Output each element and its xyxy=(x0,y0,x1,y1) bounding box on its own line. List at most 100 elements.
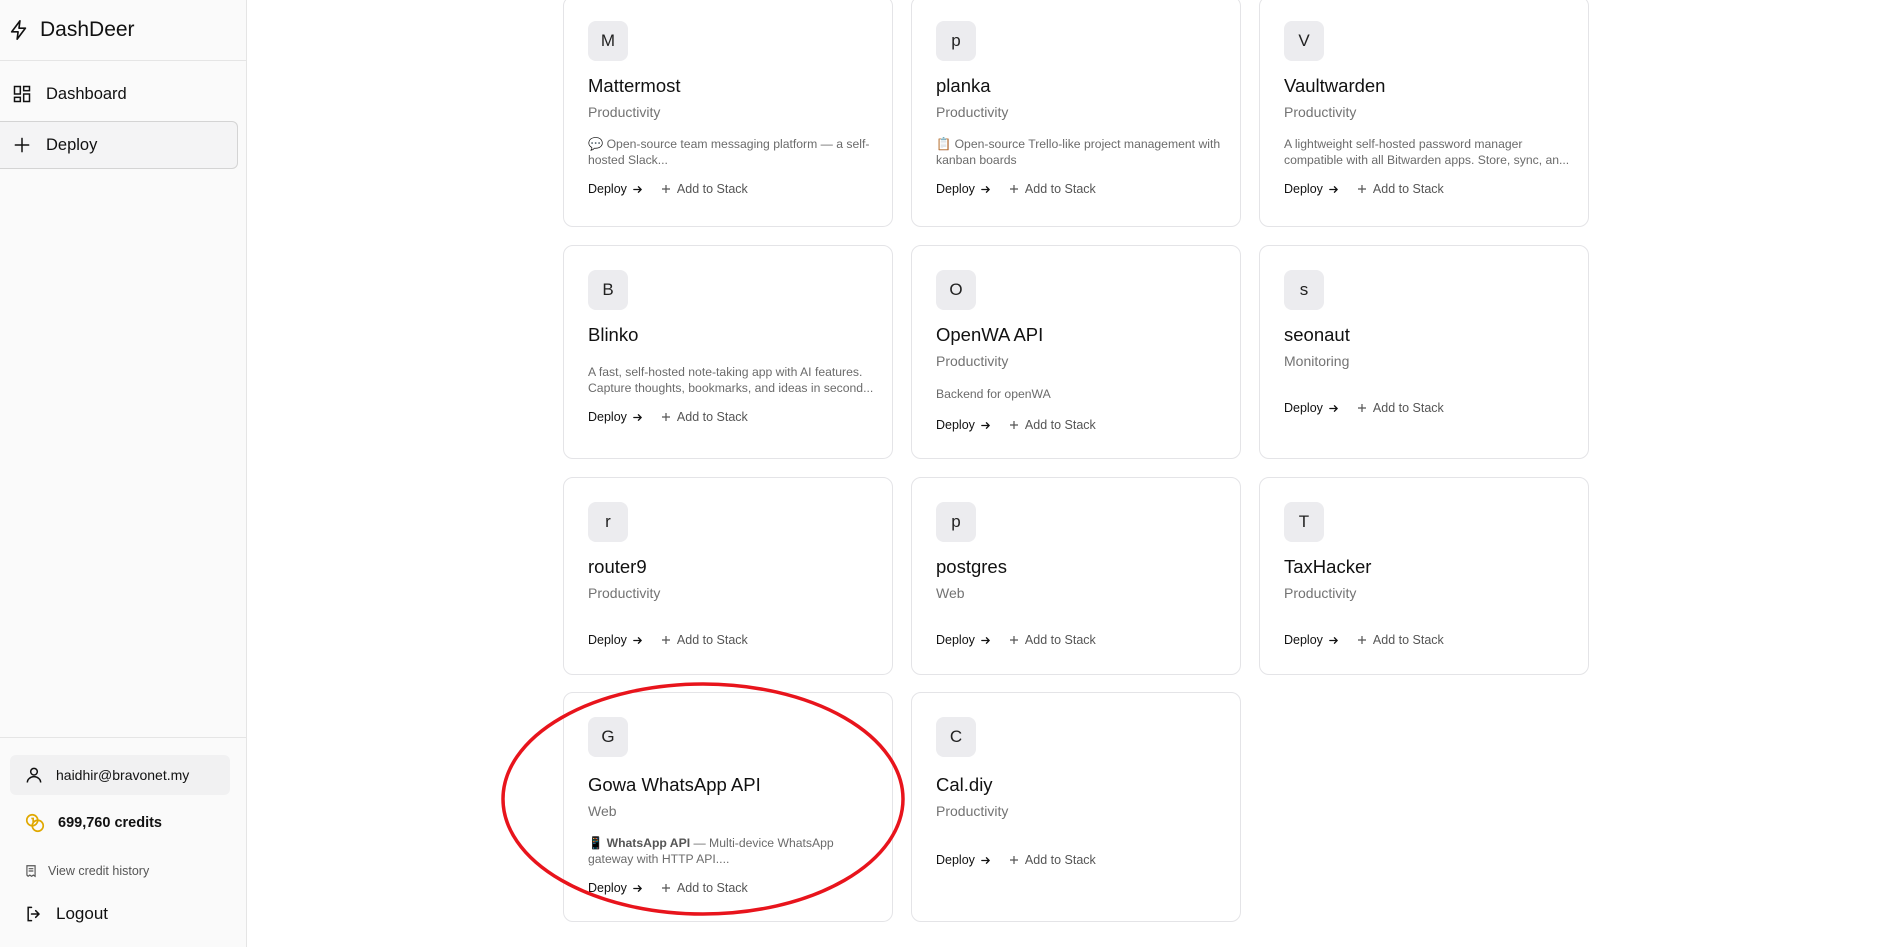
deploy-label: Deploy xyxy=(588,410,627,424)
deploy-button[interactable]: Deploy xyxy=(1284,633,1339,647)
plus-icon xyxy=(1009,636,1018,644)
deploy-label: Deploy xyxy=(1284,401,1323,415)
app-category: Productivity xyxy=(936,803,1009,819)
deploy-label: Deploy xyxy=(1284,633,1323,647)
add-to-stack-button[interactable]: Add to Stack xyxy=(661,410,748,424)
user-chip[interactable]: haidhir@bravonet.my xyxy=(10,755,230,795)
add-to-stack-label: Add to Stack xyxy=(1024,418,1096,432)
brand[interactable]: DashDeer xyxy=(8,14,135,46)
add-to-stack-label: Add to Stack xyxy=(676,633,748,647)
arrow-right-icon xyxy=(633,884,642,892)
app-card-gowa-whatsapp-api: G Gowa WhatsApp API Web 📱 WhatsApp API —… xyxy=(563,692,893,922)
arrow-right-icon xyxy=(1329,404,1338,412)
logout-button[interactable]: Logout xyxy=(24,904,108,924)
add-to-stack-label: Add to Stack xyxy=(1372,182,1444,196)
nav-item-dashboard[interactable]: Dashboard xyxy=(0,70,238,118)
arrow-right-icon xyxy=(981,421,990,429)
deploy-button[interactable]: Deploy xyxy=(1284,182,1339,196)
deploy-label: Deploy xyxy=(936,182,975,196)
add-to-stack-label: Add to Stack xyxy=(676,182,748,196)
app-category: Web xyxy=(936,585,965,601)
app-avatar: B xyxy=(588,270,628,310)
clipboard-emoji-icon: 📋 xyxy=(936,137,952,151)
view-credit-history-link[interactable]: View credit history xyxy=(24,864,149,878)
arrow-right-icon xyxy=(633,185,642,193)
credit-history-label: View credit history xyxy=(48,864,150,878)
add-to-stack-button[interactable]: Add to Stack xyxy=(1357,401,1444,415)
arrow-right-icon xyxy=(1329,185,1338,193)
logout-icon xyxy=(27,906,41,922)
add-to-stack-button[interactable]: Add to Stack xyxy=(1009,182,1096,196)
plus-icon xyxy=(1009,856,1018,864)
app-card-router9: r router9 Productivity Deploy Add to Sta… xyxy=(563,477,893,675)
add-to-stack-button[interactable]: Add to Stack xyxy=(661,881,748,895)
card-actions: Deploy Add to Stack xyxy=(588,633,748,647)
app-avatar: C xyxy=(936,717,976,757)
deploy-label: Deploy xyxy=(936,633,975,647)
deploy-button[interactable]: Deploy xyxy=(588,633,643,647)
arrow-right-icon xyxy=(981,856,990,864)
deploy-button[interactable]: Deploy xyxy=(588,182,643,196)
app-category: Productivity xyxy=(588,585,661,601)
app-card-cal-diy: C Cal.diy Productivity Deploy Add to Sta… xyxy=(911,692,1241,922)
deploy-button[interactable]: Deploy xyxy=(936,182,991,196)
deploy-label: Deploy xyxy=(1284,182,1323,196)
app-title: OpenWA API xyxy=(936,324,1044,345)
add-to-stack-button[interactable]: Add to Stack xyxy=(1357,633,1444,647)
add-to-stack-button[interactable]: Add to Stack xyxy=(661,633,748,647)
card-actions: Deploy Add to Stack xyxy=(1284,401,1444,415)
lightning-icon xyxy=(10,20,27,40)
phone-emoji-icon: 📱 xyxy=(588,836,604,850)
app-card-blinko: B Blinko A fast, self-hosted note-taking… xyxy=(563,245,893,459)
add-to-stack-button[interactable]: Add to Stack xyxy=(1009,418,1096,432)
app-title: seonaut xyxy=(1284,324,1350,345)
deploy-button[interactable]: Deploy xyxy=(588,881,643,895)
app-title: Blinko xyxy=(588,324,639,345)
deploy-button[interactable]: Deploy xyxy=(1284,401,1339,415)
app-category: Productivity xyxy=(1284,585,1357,601)
plus-icon xyxy=(661,636,670,644)
deploy-button[interactable]: Deploy xyxy=(936,418,991,432)
card-actions: Deploy Add to Stack xyxy=(936,182,1096,196)
app-avatar: G xyxy=(588,717,628,757)
app-title: Mattermost xyxy=(588,75,681,96)
deploy-button[interactable]: Deploy xyxy=(936,853,991,867)
deploy-button[interactable]: Deploy xyxy=(936,633,991,647)
plus-icon xyxy=(1357,404,1366,412)
app-title: postgres xyxy=(936,556,1007,577)
app-card-vaultwarden: V Vaultwarden Productivity A lightweight… xyxy=(1259,0,1589,227)
app-title: Gowa WhatsApp API xyxy=(588,774,761,795)
add-to-stack-button[interactable]: Add to Stack xyxy=(1009,853,1096,867)
app-category: Productivity xyxy=(1284,104,1357,120)
app-card-postgres: p postgres Web Deploy Add to Stack xyxy=(911,477,1241,675)
plus-icon xyxy=(1357,636,1366,644)
sidebar-divider xyxy=(0,737,246,738)
app-avatar: r xyxy=(588,502,628,542)
plus-icon xyxy=(1009,421,1018,429)
arrow-right-icon xyxy=(1329,636,1338,644)
credits-amount: 699,760 credits xyxy=(58,815,162,831)
card-actions: Deploy Add to Stack xyxy=(936,418,1096,432)
add-to-stack-button[interactable]: Add to Stack xyxy=(661,182,748,196)
app-category: Productivity xyxy=(588,104,661,120)
add-to-stack-label: Add to Stack xyxy=(1024,182,1096,196)
coins-icon xyxy=(25,813,45,833)
app-title: router9 xyxy=(588,556,647,577)
app-avatar: p xyxy=(936,21,976,61)
sidebar: DashDeer Dashboard Deploy haidhir@bravon… xyxy=(0,0,247,947)
deploy-button[interactable]: Deploy xyxy=(588,410,643,424)
plus-icon xyxy=(661,884,670,892)
card-actions: Deploy Add to Stack xyxy=(1284,182,1444,196)
plus-icon xyxy=(14,137,30,153)
nav-label-deploy: Deploy xyxy=(46,135,98,154)
add-to-stack-button[interactable]: Add to Stack xyxy=(1357,182,1444,196)
app-avatar: p xyxy=(936,502,976,542)
app-description: 📱 WhatsApp API — Multi-device WhatsApp g… xyxy=(588,835,878,867)
add-to-stack-button[interactable]: Add to Stack xyxy=(1009,633,1096,647)
app-description-text: Open-source Trello-like project manageme… xyxy=(936,137,1221,167)
card-actions: Deploy Add to Stack xyxy=(936,633,1096,647)
nav-item-deploy[interactable]: Deploy xyxy=(0,121,238,169)
app-title: Vaultwarden xyxy=(1284,75,1386,96)
arrow-right-icon xyxy=(981,636,990,644)
layout-grid-icon xyxy=(13,85,31,103)
